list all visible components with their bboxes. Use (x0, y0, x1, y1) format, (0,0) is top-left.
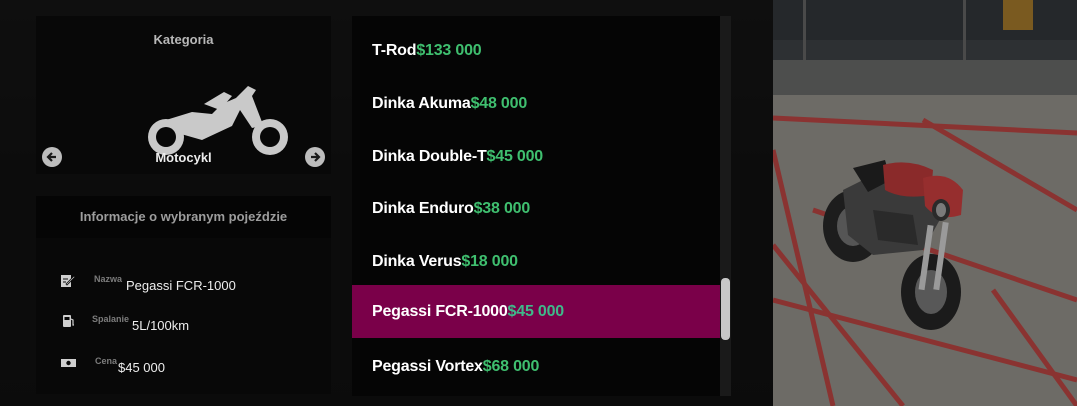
category-title: Kategoria (153, 32, 214, 47)
vehicle-list-item[interactable]: Dinka Double-T $45 000 (352, 130, 720, 183)
info-value-fuel: 5L/100km (132, 318, 190, 333)
vehicle-name: T-Rod (372, 41, 417, 59)
category-name: Motocykl (155, 150, 212, 165)
vehicle-name: Pegassi FCR-1000 (372, 302, 508, 320)
fuel-icon (63, 315, 74, 327)
vehicle-price: $18 000 (461, 252, 518, 270)
info-label-name: Nazwa (94, 274, 123, 284)
info-value-name: Pegassi FCR-1000 (126, 278, 236, 293)
info-title-bar: Informacje o wybranym pojeździe (36, 196, 331, 238)
scrollbar-thumb[interactable] (721, 278, 730, 340)
vehicle-info-panel: Informacje o wybranym pojeździe Nazwa Pe… (36, 196, 331, 394)
vehicle-name: Dinka Verus (372, 252, 462, 270)
vehicle-name: Dinka Enduro (372, 199, 474, 217)
vehicle-price: $68 000 (482, 357, 540, 375)
vehicle-list-item[interactable]: T-Rod $133 000 (352, 24, 720, 77)
vehicle-list: T-Rod $133 000 Dinka Akuma $48 000 Dinka D… (352, 16, 731, 396)
vehicle-price: $48 000 (470, 94, 528, 112)
vehicle-list-item[interactable]: Dinka Akuma $48 000 (352, 77, 720, 130)
info-label-fuel: Spalanie (92, 314, 130, 324)
vehicle-name: Pegassi Vortex (372, 357, 483, 375)
vehicle-list-item[interactable]: Pegassi Vortex $68 000 (352, 340, 720, 393)
money-icon (61, 359, 76, 367)
vehicle-price: $38 000 (473, 199, 531, 217)
info-row-name: Nazwa Pegassi FCR-1000 (36, 274, 331, 294)
info-title: Informacje o wybranym pojeździe (79, 209, 288, 224)
arrow-right-icon (311, 152, 321, 162)
garage-scene (773, 0, 1077, 406)
info-label-price: Cena (95, 356, 118, 366)
info-row-fuel: Spalanie 5L/100km (36, 314, 331, 334)
vehicle-list-item-selected[interactable]: Pegassi FCR-1000 $45 000 (352, 285, 720, 338)
category-next-button[interactable] (305, 147, 325, 167)
vehicle-price: $45 000 (507, 302, 565, 320)
info-row-price: Cena $45 000 (36, 356, 331, 376)
motorcycle-icon (148, 86, 288, 155)
vehicle-list-item[interactable]: Dinka Enduro $38 000 (352, 182, 720, 235)
edit-icon (61, 275, 76, 287)
info-value-price: $45 000 (118, 360, 165, 375)
vehicle-price: $45 000 (486, 147, 544, 165)
vehicle-name: Dinka Akuma (372, 94, 471, 112)
vehicle-price: $133 000 (416, 41, 482, 59)
vehicle-preview (773, 0, 1077, 406)
vehicle-name: Dinka Double-T (372, 147, 487, 165)
vehicle-list-item[interactable]: Dinka Verus $18 000 (352, 235, 720, 288)
